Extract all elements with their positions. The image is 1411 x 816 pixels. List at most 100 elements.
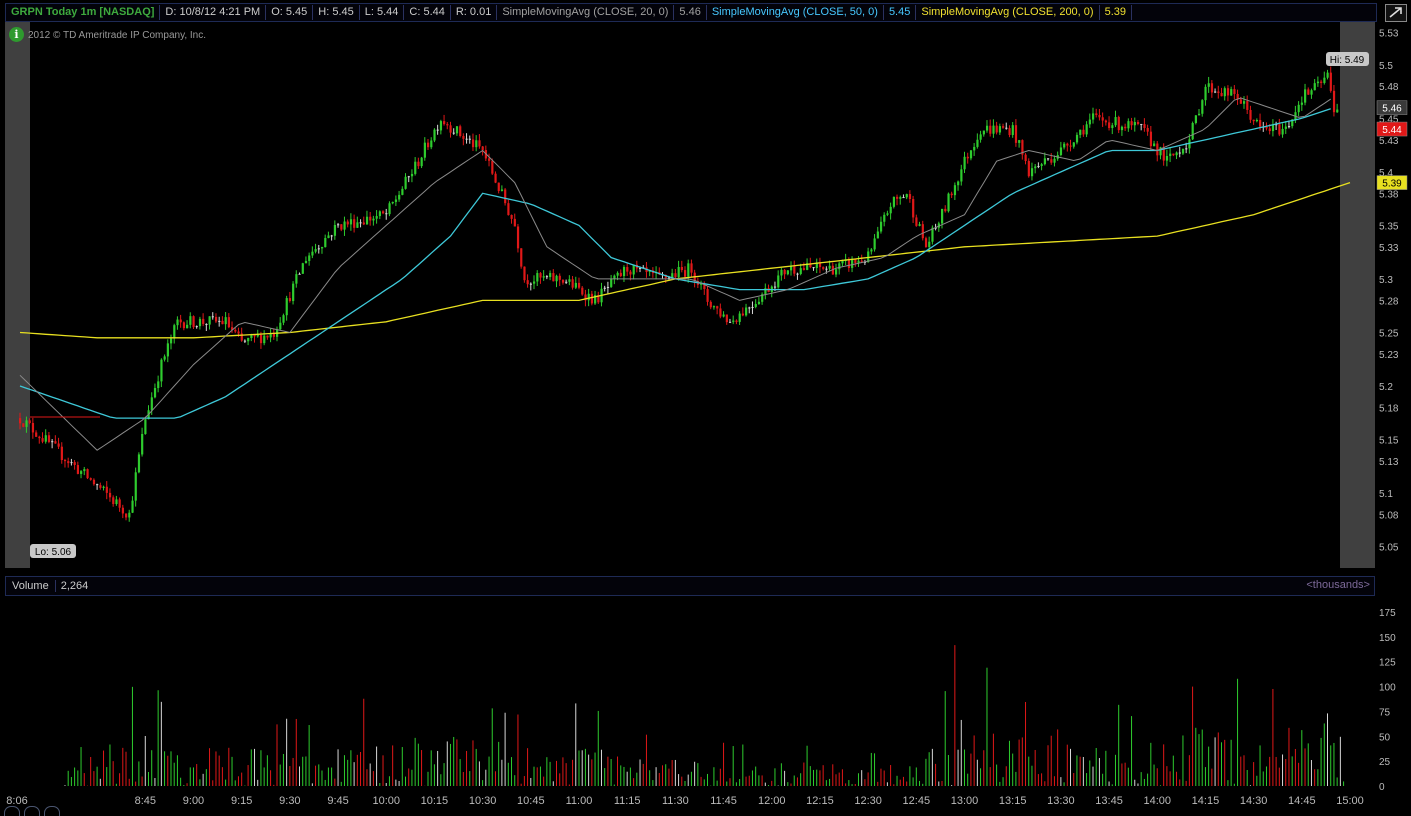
candle-body xyxy=(568,279,571,282)
candle-body xyxy=(725,314,728,323)
candle-body xyxy=(1259,119,1262,127)
candle-body xyxy=(1018,140,1021,143)
candle-body xyxy=(137,454,141,473)
candle-body xyxy=(1104,120,1108,123)
open-label: O: 5.45 xyxy=(266,5,314,20)
price-tick-label: 5.08 xyxy=(1379,510,1399,521)
candle-body xyxy=(481,146,484,151)
candle-body xyxy=(112,497,115,505)
candle-body xyxy=(446,124,449,126)
high-label: H: 5.45 xyxy=(313,5,360,20)
candle-body xyxy=(1249,109,1252,120)
sma50-study-label[interactable]: SimpleMovingAvg (CLOSE, 50, 0) xyxy=(707,5,884,20)
candle-body xyxy=(459,126,462,136)
price-tick-label: 5.18 xyxy=(1379,403,1399,414)
candle-body xyxy=(712,306,716,308)
zoom-icon[interactable] xyxy=(24,806,40,816)
time-tick-label: 12:15 xyxy=(806,795,834,807)
candle-body xyxy=(125,513,128,518)
candle-body xyxy=(1002,126,1005,128)
candle-body xyxy=(404,176,407,189)
candle-body xyxy=(1011,125,1014,135)
candle-body xyxy=(912,198,915,218)
candle-body xyxy=(745,307,748,316)
candle-body xyxy=(63,460,67,462)
candle-body xyxy=(1178,152,1181,154)
candle-body xyxy=(680,266,683,271)
candle-body xyxy=(1030,168,1034,177)
candle-body xyxy=(963,156,966,170)
drawing-icon[interactable] xyxy=(44,806,60,816)
candle-body xyxy=(915,217,918,226)
info-icon[interactable]: i xyxy=(9,27,24,42)
volume-tick-label: 50 xyxy=(1379,732,1391,743)
price-volume-chart[interactable]: 5.535.55.485.455.435.45.385.355.335.35.2… xyxy=(0,0,1411,816)
candle-body xyxy=(1233,89,1236,94)
candle-body xyxy=(549,273,552,278)
candle-body xyxy=(1034,166,1037,169)
candle-body xyxy=(873,238,876,250)
candle-body xyxy=(500,189,504,191)
candle-body xyxy=(1332,90,1336,113)
time-tick-label: 10:30 xyxy=(469,795,497,807)
candle-body xyxy=(224,317,227,325)
volume-study-label[interactable]: Volume xyxy=(6,580,56,592)
candle-body xyxy=(1101,117,1104,121)
candle-body xyxy=(346,221,349,225)
candle-body xyxy=(947,193,950,212)
candle-body xyxy=(1194,115,1197,124)
date-label: D: 10/8/12 4:21 PM xyxy=(160,5,267,20)
candle-body xyxy=(455,126,459,134)
candle-body xyxy=(520,248,523,267)
candle-body xyxy=(465,138,468,140)
sma200-study-label[interactable]: SimpleMovingAvg (CLOSE, 200, 0) xyxy=(916,5,1100,20)
time-tick-label: 13:30 xyxy=(1047,795,1075,807)
candle-body xyxy=(279,322,282,330)
sma20-study-label[interactable]: SimpleMovingAvg (CLOSE, 20, 0) xyxy=(497,5,675,20)
candle-body xyxy=(57,443,60,447)
volume-axis: 175 150 125 100 75 50 25 0 xyxy=(1379,608,1396,793)
candle-body xyxy=(436,129,439,131)
candle-body xyxy=(754,303,757,307)
candle-body xyxy=(751,306,754,308)
candle-body xyxy=(905,194,908,198)
candle-body xyxy=(1075,134,1079,143)
candle-body xyxy=(1242,101,1246,104)
candle-body xyxy=(1156,143,1159,156)
candle-body xyxy=(19,418,22,424)
candle-body xyxy=(969,150,973,159)
candle-body xyxy=(1220,92,1223,97)
candle-body xyxy=(308,255,311,261)
candle-body xyxy=(1088,119,1091,125)
candle-body xyxy=(610,278,613,287)
price-marker-label: 5.39 xyxy=(1382,179,1402,190)
candle-body xyxy=(266,335,269,338)
volume-tick-label: 0 xyxy=(1379,782,1385,793)
candle-body xyxy=(462,135,465,139)
candle-body xyxy=(208,316,211,325)
candle-body xyxy=(957,181,960,186)
candle-body xyxy=(153,388,157,398)
candle-body xyxy=(1063,143,1066,148)
candle-body xyxy=(256,335,259,337)
candle-body xyxy=(141,433,144,455)
candle-body xyxy=(99,485,102,488)
candle-body xyxy=(407,176,410,178)
candle-body xyxy=(1226,88,1230,96)
candle-body xyxy=(237,331,240,334)
time-tick-label: 13:45 xyxy=(1095,795,1123,807)
candle-body xyxy=(1175,152,1178,156)
candle-body xyxy=(468,138,471,140)
scroll-left-icon[interactable] xyxy=(4,806,20,816)
volume-tick-label: 25 xyxy=(1379,757,1391,768)
candle-body xyxy=(507,203,510,215)
symbol-label[interactable]: GRPN Today 1m [NASDAQ] xyxy=(6,5,161,20)
time-tick-label: 8:45 xyxy=(135,795,156,807)
candle-body xyxy=(1108,122,1111,129)
low-label: L: 5.44 xyxy=(360,5,405,20)
candle-body xyxy=(282,315,285,323)
candle-body xyxy=(510,214,513,219)
maximize-button[interactable] xyxy=(1385,4,1407,22)
candle-body xyxy=(690,263,693,273)
candle-body xyxy=(292,283,295,302)
